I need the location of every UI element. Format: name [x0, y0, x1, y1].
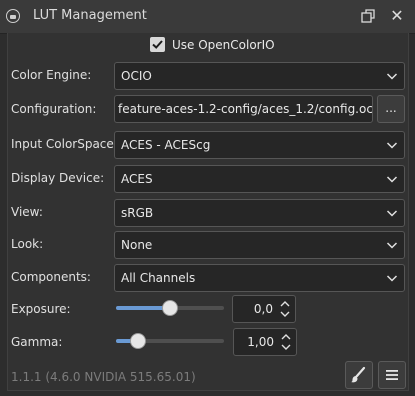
hamburger-menu-icon — [379, 370, 405, 391]
look-select[interactable]: None — [114, 231, 405, 259]
lock-icon — [6, 9, 20, 23]
chevron-down-icon — [386, 70, 398, 85]
input-colorspace-value: ACES - ACEScg — [121, 138, 211, 152]
paintbrush-icon — [346, 366, 372, 391]
chevron-down-icon — [386, 272, 398, 287]
paintbrush-button[interactable] — [345, 361, 373, 389]
chevron-down-icon — [386, 239, 398, 254]
chevron-down-icon — [386, 173, 398, 188]
exposure-value: 0,0 — [253, 302, 273, 316]
exposure-spinbox[interactable]: 0,0 — [232, 295, 296, 323]
chevron-down-icon — [386, 207, 398, 222]
input-colorspace-select[interactable]: ACES - ACEScg — [114, 131, 405, 159]
look-value: None — [121, 238, 153, 252]
display-device-label: Display Device: — [11, 171, 105, 185]
gamma-value: 1,00 — [247, 335, 274, 349]
chevron-down-icon — [386, 139, 398, 154]
components-label: Components: — [11, 270, 91, 284]
color-engine-label: Color Engine: — [11, 68, 92, 82]
display-device-value: ACES — [121, 172, 153, 186]
gamma-spinbox[interactable]: 1,00 — [233, 328, 297, 356]
exposure-slider-handle[interactable] — [162, 300, 178, 316]
window-title: LUT Management — [33, 8, 147, 23]
display-device-select[interactable]: ACES — [114, 165, 405, 193]
gamma-slider-handle[interactable] — [130, 333, 146, 349]
configuration-path-field[interactable]: feature-aces-1.2-config/aces_1.2/config.… — [114, 95, 373, 123]
browse-button[interactable]: ... — [377, 95, 405, 123]
version-text: 1.1.1 (4.6.0 NVIDIA 515.65.01) — [11, 370, 196, 384]
checkbox-box[interactable] — [150, 37, 165, 52]
use-ocio-label: Use OpenColorIO — [172, 38, 275, 52]
color-engine-select[interactable]: OCIO — [114, 62, 405, 90]
components-select[interactable]: All Channels — [114, 264, 405, 292]
look-label: Look: — [11, 237, 44, 251]
view-label: View: — [11, 205, 43, 219]
input-colorspace-label: Input ColorSpace: — [11, 137, 118, 151]
float-window-icon[interactable] — [359, 7, 377, 25]
view-select[interactable]: sRGB — [114, 199, 405, 227]
close-icon[interactable]: ✕ — [388, 7, 406, 25]
title-bar[interactable]: LUT Management ✕ — [0, 0, 415, 34]
view-value: sRGB — [121, 206, 154, 220]
spin-arrows-icon[interactable] — [279, 299, 291, 319]
components-value: All Channels — [121, 271, 196, 285]
exposure-label: Exposure: — [11, 302, 71, 316]
color-engine-value: OCIO — [121, 69, 152, 83]
menu-button[interactable] — [378, 361, 406, 389]
configuration-path-value: feature-aces-1.2-config/aces_1.2/config.… — [118, 102, 373, 116]
spin-arrows-icon[interactable] — [280, 332, 292, 352]
configuration-label: Configuration: — [11, 102, 97, 116]
gamma-label: Gamma: — [11, 335, 63, 349]
